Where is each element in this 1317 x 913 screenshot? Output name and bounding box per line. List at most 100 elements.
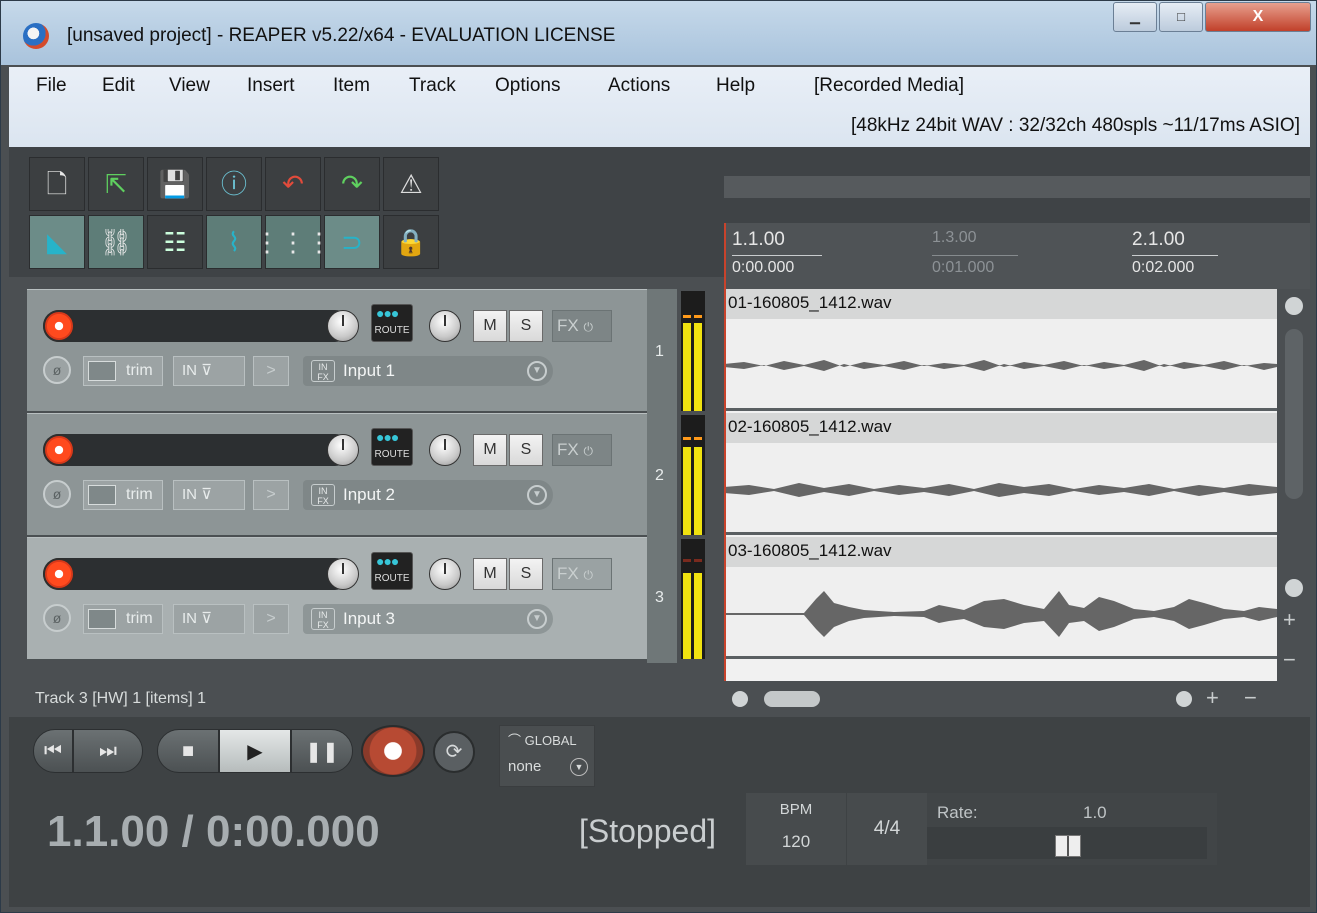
timeline-ruler[interactable]: 1.1.00 0:00.000 1.3.00 0:01.000 2.1.00 0… (724, 223, 1310, 289)
record-arm-button[interactable] (43, 310, 75, 342)
playrate-control[interactable]: Rate: 1.0 (927, 793, 1217, 865)
track-2-meter[interactable] (681, 415, 705, 535)
rate-slider[interactable] (927, 827, 1207, 859)
fx-button[interactable]: FX ⏻ (552, 310, 612, 342)
go-to-end-button[interactable]: ⏭ (73, 729, 143, 773)
waveform[interactable] (724, 453, 1277, 523)
volume-knob[interactable] (327, 434, 359, 466)
input-monitor-button[interactable]: IN ⊽ (173, 604, 245, 634)
record-arm-button[interactable] (43, 434, 75, 466)
rate-slider-thumb[interactable] (1055, 835, 1081, 857)
media-item-label[interactable]: 02-160805_1412.wav (724, 413, 1277, 443)
snap-grid-icon[interactable]: ⋮⋮⋮ (254, 215, 332, 269)
zoom-out-vertical-icon[interactable]: − (1283, 649, 1296, 671)
pan-knob[interactable] (429, 310, 461, 342)
mute-button[interactable]: M (473, 310, 507, 342)
fx-bypass-icon[interactable]: ⏻ (583, 444, 593, 458)
waveform[interactable] (724, 577, 1277, 647)
metronome-icon[interactable]: ⚠ (383, 157, 439, 211)
scroll-thumb[interactable] (1285, 329, 1303, 499)
bpm-display[interactable]: BPM 120 (746, 793, 846, 865)
horizontal-scrollbar[interactable]: + − (724, 681, 1310, 717)
scroll-down-icon[interactable] (1285, 579, 1303, 597)
track-2[interactable]: ROUTE M S FX ⏻ ø trim IN ⊽ > INFXInput 2… (27, 413, 647, 536)
fx-bypass-icon[interactable]: ⏻ (583, 568, 593, 582)
automation-mode-button[interactable]: trim (83, 480, 163, 510)
menu-view[interactable]: View (169, 75, 210, 97)
fx-button[interactable]: FX ⏻ (552, 434, 612, 466)
track-name-field[interactable] (43, 434, 351, 466)
media-item-label[interactable]: 01-160805_1412.wav (724, 289, 1277, 319)
route-button[interactable]: ROUTE (371, 428, 413, 466)
automation-mode-value[interactable]: none (508, 758, 541, 775)
track-1-meter[interactable] (681, 291, 705, 411)
global-automation-override[interactable]: ⌒ GLOBAL none ▼ (499, 725, 595, 787)
scroll-right-icon[interactable] (1176, 691, 1192, 707)
phase-invert-button[interactable]: ø (43, 480, 71, 508)
time-signature[interactable]: 4/4 (847, 793, 927, 865)
track-3[interactable]: ROUTE M S FX ⏻ ø trim IN ⊽ > INFXInput 3… (27, 537, 647, 660)
repeat-button[interactable]: ⟳ (433, 731, 475, 773)
mute-button[interactable]: M (473, 434, 507, 466)
input-select[interactable]: IN FX Input 2 ▼ (303, 480, 553, 510)
play-button[interactable]: ▶ (219, 729, 291, 773)
zoom-out-horizontal-icon[interactable]: − (1244, 685, 1257, 711)
menu-insert[interactable]: Insert (247, 75, 295, 97)
input-monitor-button[interactable]: IN ⊽ (173, 356, 245, 386)
input-monitor-button[interactable]: IN ⊽ (173, 480, 245, 510)
input-select[interactable]: IN FX Input 3 ▼ (303, 604, 553, 634)
input-fx-icon[interactable]: IN FX (311, 608, 335, 630)
chevron-down-icon[interactable]: ▼ (570, 758, 588, 776)
track-number[interactable]: 3 (655, 589, 664, 607)
zoom-in-vertical-icon[interactable]: + (1283, 609, 1296, 631)
volume-knob[interactable] (327, 310, 359, 342)
menu-file[interactable]: File (36, 75, 67, 97)
solo-button[interactable]: S (509, 558, 543, 590)
media-item-label[interactable]: 03-160805_1412.wav (724, 537, 1277, 567)
record-mode-button[interactable]: > (253, 480, 289, 510)
menu-edit[interactable]: Edit (102, 75, 135, 97)
menu-help[interactable]: Help (716, 75, 755, 97)
arrange-view[interactable]: 01-160805_1412.wav 02-160805_1412.wav 03… (724, 289, 1277, 681)
track-3-meter[interactable] (681, 539, 705, 659)
route-button[interactable]: ROUTE (371, 552, 413, 590)
fx-button[interactable]: FX ⏻ (552, 558, 612, 590)
record-button[interactable] (361, 725, 425, 777)
redo-icon[interactable]: ↷ (324, 157, 380, 211)
automation-mode-button[interactable]: trim (83, 356, 163, 386)
position-display[interactable]: 1.1.00 / 0:00.000 (47, 807, 380, 857)
close-button[interactable]: X (1205, 2, 1311, 32)
auto-crossfade-icon[interactable]: ◣ (29, 215, 85, 269)
undo-icon[interactable]: ↶ (265, 157, 321, 211)
route-button[interactable]: ROUTE (371, 304, 413, 342)
grouping-icon[interactable]: ☷ (147, 215, 203, 269)
track-name-field[interactable] (43, 558, 351, 590)
minimize-button[interactable]: ▁ (1113, 2, 1157, 32)
solo-button[interactable]: S (509, 310, 543, 342)
project-settings-icon[interactable]: ⓘ (206, 157, 262, 211)
waveform[interactable] (724, 329, 1277, 399)
input-fx-icon[interactable]: IN FX (311, 360, 335, 382)
volume-knob[interactable] (327, 558, 359, 590)
solo-button[interactable]: S (509, 434, 543, 466)
track-name-field[interactable] (43, 310, 351, 342)
audio-device-info[interactable]: [48kHz 24bit WAV : 32/32ch 480spls ~11/1… (851, 115, 1300, 137)
maximize-button[interactable]: □ (1159, 2, 1203, 32)
phase-invert-button[interactable]: ø (43, 356, 71, 384)
new-project-icon[interactable]: 🗋 (29, 157, 85, 211)
track-number[interactable]: 1 (655, 343, 664, 361)
scroll-thumb[interactable] (764, 691, 820, 707)
scroll-left-icon[interactable] (732, 691, 748, 707)
track-lane[interactable]: 01-160805_1412.wav (724, 289, 1277, 411)
stop-button[interactable]: ■ (157, 729, 219, 773)
save-project-icon[interactable]: 💾 (147, 157, 203, 211)
record-mode-button[interactable]: > (253, 604, 289, 634)
vertical-scrollbar[interactable]: + − (1277, 289, 1310, 681)
menu-item[interactable]: Item (333, 75, 370, 97)
track-lane[interactable]: 03-160805_1412.wav (724, 537, 1277, 659)
automation-mode-button[interactable]: trim (83, 604, 163, 634)
mute-button[interactable]: M (473, 558, 507, 590)
input-select[interactable]: IN FX Input 1 ▼ (303, 356, 553, 386)
pan-knob[interactable] (429, 434, 461, 466)
phase-invert-button[interactable]: ø (43, 604, 71, 632)
